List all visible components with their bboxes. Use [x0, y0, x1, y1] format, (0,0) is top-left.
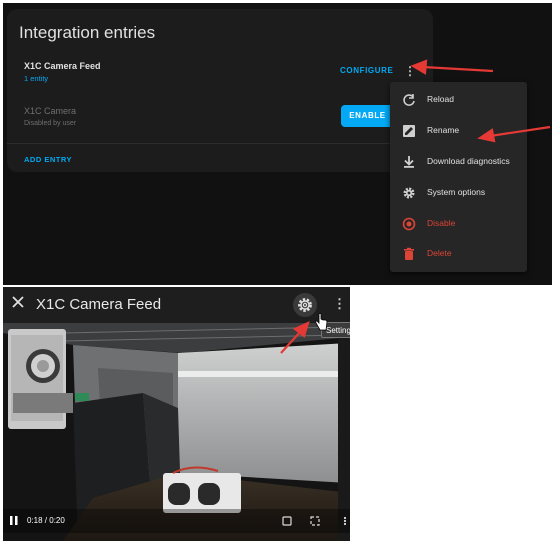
- trash-icon: [404, 247, 414, 260]
- enable-button[interactable]: ENABLE: [341, 105, 394, 127]
- entry-name[interactable]: X1C Camera Feed: [24, 61, 101, 71]
- video-time: 0:18 / 0:20: [27, 516, 65, 525]
- disabled-entry-name: X1C Camera: [24, 106, 77, 116]
- configure-button[interactable]: CONFIGURE: [340, 66, 393, 75]
- fullscreen-icon[interactable]: [310, 516, 320, 526]
- menu-item-reload[interactable]: Reload: [390, 85, 527, 115]
- camera-dialog: X1C Camera Feed ⋮ 0:18 / 0:20 Settin: [3, 287, 350, 541]
- video-control-icons: [282, 516, 347, 526]
- menu-item-delete[interactable]: Delete: [390, 239, 527, 269]
- close-icon[interactable]: [11, 295, 25, 309]
- dialog-header: X1C Camera Feed ⋮: [3, 287, 350, 323]
- menu-item-download-diagnostics[interactable]: Download diagnostics: [390, 147, 527, 177]
- menu-item-label: System options: [427, 187, 486, 197]
- pause-icon[interactable]: [10, 516, 18, 525]
- dialog-title: X1C Camera Feed: [36, 296, 162, 313]
- menu-item-rename[interactable]: Rename: [390, 116, 527, 146]
- integration-entries-card: Integration entries X1C Camera Feed 1 en…: [7, 9, 433, 172]
- dialog-overflow-icon[interactable]: ⋮: [333, 296, 346, 312]
- menu-item-label: Reload: [427, 94, 454, 104]
- menu-item-label: Disable: [427, 218, 456, 228]
- video-overflow-icon[interactable]: [343, 516, 347, 520]
- menu-item-system-options[interactable]: System options: [390, 178, 527, 208]
- download-icon: [404, 156, 414, 168]
- disabled-entry-status: Disabled by user: [24, 120, 77, 127]
- menu-item-label: Download diagnostics: [427, 156, 510, 166]
- add-entry-button[interactable]: ADD ENTRY: [24, 155, 72, 164]
- card-title: Integration entries: [19, 23, 156, 42]
- overflow-menu-icon[interactable]: ⋮: [404, 65, 416, 77]
- hand-cursor-icon: [315, 313, 328, 331]
- rename-icon: [403, 125, 415, 137]
- menu-item-label: Delete: [427, 248, 452, 258]
- menu-item-label: Rename: [427, 125, 460, 135]
- reload-icon: [403, 94, 415, 106]
- picture-in-picture-icon[interactable]: [282, 516, 292, 526]
- menu-item-disable[interactable]: Disable: [390, 209, 527, 239]
- disable-icon: [402, 217, 416, 231]
- entity-count-link[interactable]: 1 entity: [24, 74, 48, 83]
- integration-panel: Integration entries X1C Camera Feed 1 en…: [3, 3, 552, 285]
- overflow-menu: Reload Rename Download diagnostics Syste…: [390, 82, 527, 272]
- gear-icon: [403, 187, 415, 199]
- divider: [7, 143, 433, 144]
